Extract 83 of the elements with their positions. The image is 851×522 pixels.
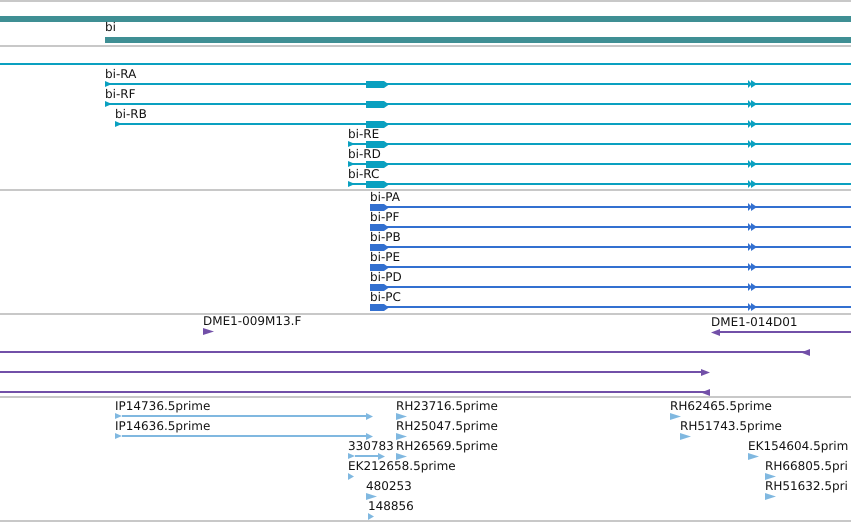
start-arrow-icon <box>348 141 355 147</box>
start-arrow-icon <box>115 413 122 419</box>
feature-label[interactable]: bi-PE <box>370 250 400 264</box>
strand-arrow-icon <box>748 203 757 211</box>
feature-label[interactable]: IP14636.5prime <box>115 419 210 433</box>
strand-arrow-icon <box>748 243 757 251</box>
feature-label[interactable]: RH51632.5pri <box>765 479 848 493</box>
exon-block <box>366 100 389 108</box>
exon-block <box>366 120 389 128</box>
arrow-icon <box>396 432 407 440</box>
exon-block <box>366 140 389 148</box>
exon-block <box>370 264 389 270</box>
start-arrow-icon <box>348 161 355 167</box>
feature-label[interactable]: EK212658.5prime <box>348 459 456 473</box>
gene-bar[interactable] <box>0 16 851 22</box>
arrow-icon <box>748 452 759 460</box>
arrow-icon <box>670 412 681 420</box>
strand-arrow-icon <box>748 263 757 271</box>
strand-arrow-icon <box>748 180 757 188</box>
start-arrow-icon <box>105 81 112 87</box>
exon-block <box>366 160 389 168</box>
strand-arrow-icon <box>748 160 757 168</box>
start-arrow-icon <box>105 101 112 107</box>
feature-label[interactable]: RH25047.5prime <box>396 419 498 433</box>
start-arrow-icon <box>115 121 122 127</box>
feature-label[interactable]: bi <box>105 20 116 34</box>
exon-block <box>366 80 389 88</box>
arrow-icon <box>396 452 407 460</box>
arrow-icon <box>366 492 377 500</box>
arrow-icon <box>801 348 810 356</box>
arrow-icon <box>711 328 720 336</box>
strand-arrow-icon <box>748 140 757 148</box>
feature-label[interactable]: RH26569.5prime <box>396 439 498 453</box>
feature-label[interactable]: IP14736.5prime <box>115 399 210 413</box>
feature-label[interactable]: bi-PB <box>370 230 401 244</box>
exon-block <box>370 224 389 230</box>
feature-label[interactable]: bi-RE <box>348 127 380 141</box>
feature-label[interactable]: bi-RC <box>348 167 380 181</box>
start-arrow-icon <box>348 453 355 459</box>
feature-label[interactable]: 480253 <box>366 479 412 493</box>
strand-arrow-icon <box>748 100 757 108</box>
arrow-icon <box>765 472 776 480</box>
feature-label[interactable]: RH66805.5pri <box>765 459 848 473</box>
arrow-icon <box>396 412 407 420</box>
feature-label[interactable]: 330783 <box>348 439 394 453</box>
gene-bar[interactable] <box>105 37 851 43</box>
arrow-icon <box>680 432 691 440</box>
feature-label[interactable]: EK154604.5prim <box>748 439 848 453</box>
feature-label[interactable]: bi-PF <box>370 210 400 224</box>
feature-label[interactable]: bi-RB <box>115 107 147 121</box>
feature-label[interactable]: bi-PC <box>370 290 401 304</box>
arrow-icon <box>368 512 374 520</box>
start-arrow-icon <box>115 433 122 439</box>
feature-label[interactable]: 148856 <box>368 499 414 513</box>
strand-arrow-icon <box>748 303 757 311</box>
feature-label[interactable]: bi-RA <box>105 67 136 81</box>
exon-block <box>370 204 389 210</box>
strand-arrow-icon <box>748 223 757 231</box>
feature-label[interactable]: bi-PD <box>370 270 402 284</box>
feature-label[interactable]: bi-RF <box>105 87 136 101</box>
exon-block <box>370 284 389 290</box>
feature-label[interactable]: DME1-009M13.F <box>203 314 302 328</box>
arrow-icon <box>378 452 385 460</box>
feature-label[interactable]: RH51743.5prime <box>680 419 782 433</box>
strand-arrow-icon <box>748 80 757 88</box>
arrow-icon <box>366 412 373 420</box>
feature-label[interactable]: bi-RD <box>348 147 381 161</box>
strand-arrow-icon <box>748 283 757 291</box>
arrow-icon <box>366 432 373 440</box>
exon-block <box>370 304 389 310</box>
feature-label[interactable]: DME1-014D01 <box>711 315 798 329</box>
est-line <box>355 455 378 457</box>
start-arrow-icon <box>348 181 355 187</box>
arrow-icon <box>203 328 214 334</box>
strand-arrow-icon <box>748 120 757 128</box>
feature-label[interactable]: RH62465.5prime <box>670 399 772 413</box>
arrow-icon <box>701 388 710 396</box>
exon-block <box>370 244 389 250</box>
arrow-icon <box>348 472 354 480</box>
feature-label[interactable]: bi-PA <box>370 190 400 204</box>
arrow-icon <box>701 368 710 376</box>
arrow-icon <box>765 492 776 500</box>
feature-label[interactable]: RH23716.5prime <box>396 399 498 413</box>
